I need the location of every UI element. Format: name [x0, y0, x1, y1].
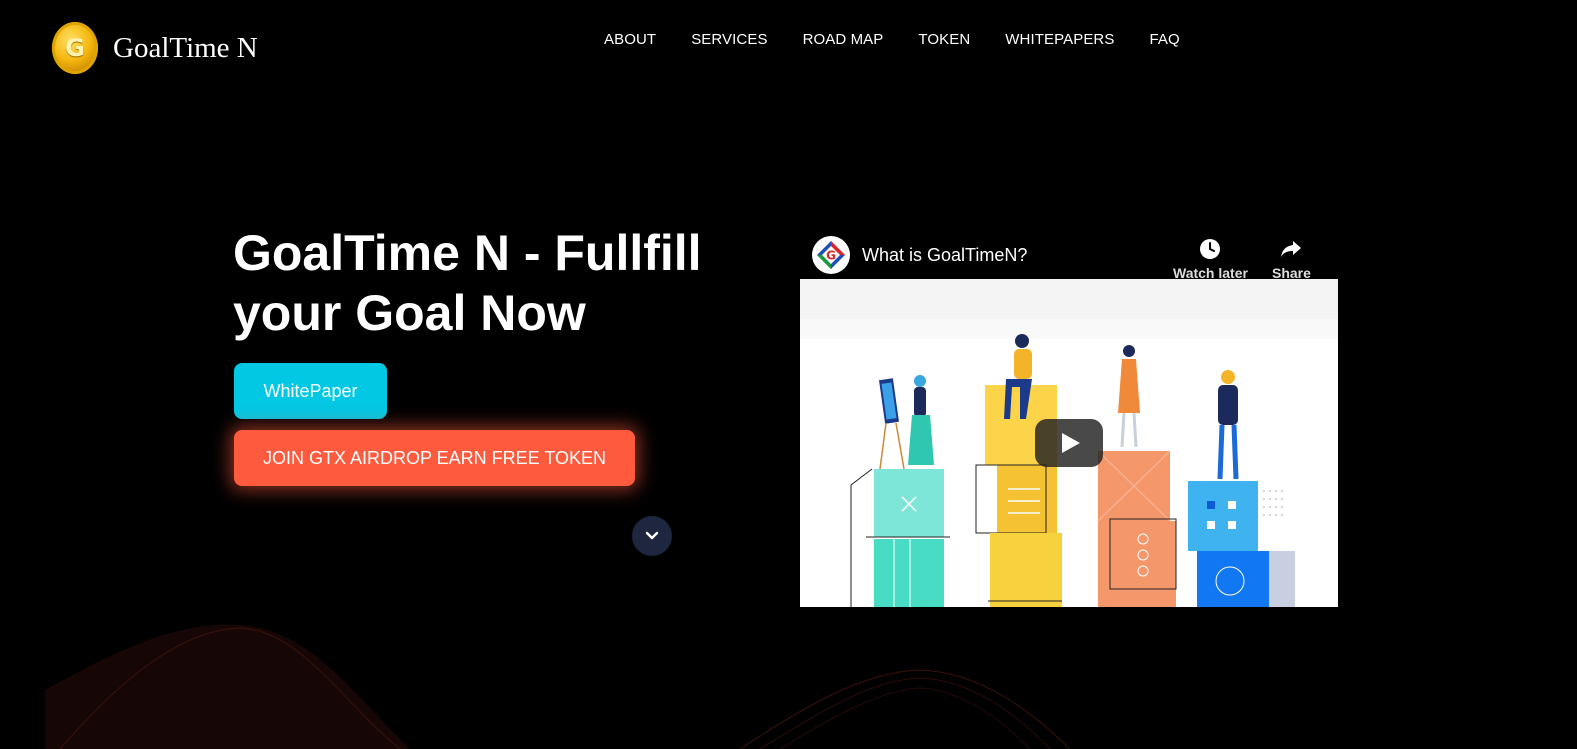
nav-about[interactable]: ABOUT [604, 31, 656, 48]
background-waves [45, 624, 1071, 749]
brand-name: GoalTime N [113, 31, 258, 64]
logo-link[interactable]: G GoalTime N [52, 22, 258, 74]
hero-title: GoalTime N - Fullfill your Goal Now [233, 223, 753, 343]
nav-services[interactable]: SERVICES [691, 31, 767, 48]
video-embed[interactable]: G What is GoalTimeN? Watch later Share [800, 229, 1338, 607]
share-arrow-icon [1281, 241, 1302, 257]
nav-faq[interactable]: FAQ [1149, 31, 1179, 48]
share-button[interactable]: Share [1272, 237, 1311, 281]
coin-logo-letter: G [65, 34, 85, 62]
site-header: G GoalTime N ABOUT SERVICES ROAD MAP TOK… [0, 0, 1577, 90]
watch-later-button[interactable]: Watch later [1173, 237, 1248, 281]
chevron-down-icon [645, 531, 659, 540]
hero-title-line-1: GoalTime N - Fullfill [233, 225, 702, 281]
page: G GoalTime N ABOUT SERVICES ROAD MAP TOK… [0, 0, 1577, 749]
channel-avatar[interactable]: G [812, 236, 850, 274]
hero-title-line-2: your Goal Now [233, 285, 586, 341]
play-button-icon[interactable] [1035, 419, 1103, 467]
channel-logo-icon: G [817, 241, 845, 269]
nav-whitepapers[interactable]: WHITEPAPERS [1005, 31, 1114, 48]
airdrop-button[interactable]: JOIN GTX AIRDROP EARN FREE TOKEN [234, 430, 635, 486]
coin-logo-icon: G [52, 22, 98, 74]
whitepaper-button[interactable]: WhitePaper [234, 363, 387, 419]
scroll-down-button[interactable] [632, 516, 672, 556]
nav-token[interactable]: TOKEN [918, 31, 970, 48]
channel-logo-letter: G [826, 249, 836, 263]
video-title[interactable]: What is GoalTimeN? [862, 245, 1027, 266]
clock-icon [1200, 239, 1221, 259]
nav-road-map[interactable]: ROAD MAP [803, 31, 884, 48]
main-nav: ABOUT SERVICES ROAD MAP TOKEN WHITEPAPER… [604, 31, 1215, 48]
video-thumbnail[interactable] [800, 279, 1338, 607]
video-top-bar: G What is GoalTimeN? Watch later Share [800, 229, 1338, 281]
